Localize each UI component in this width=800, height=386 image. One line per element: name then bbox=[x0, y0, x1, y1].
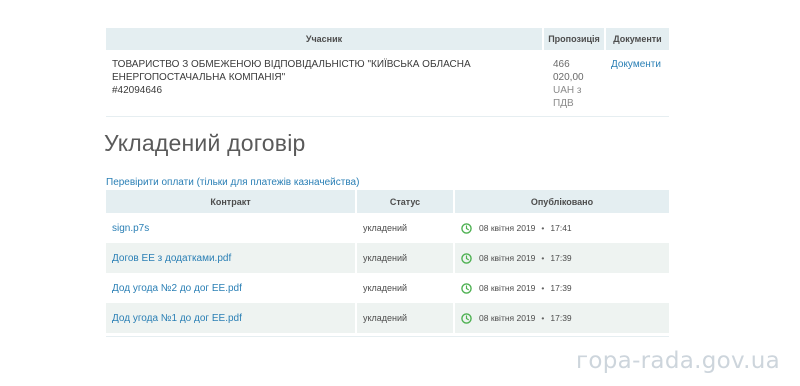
status-cell: укладений bbox=[356, 273, 455, 303]
site-watermark: гора-rada.gov.ua bbox=[576, 348, 780, 374]
published-time: 17:39 bbox=[550, 253, 572, 263]
table-row: Дод угода №2 до дог ЕЕ.pdf укладений 08 … bbox=[106, 273, 669, 303]
participants-header-row: Учасник Пропозиція Документи bbox=[106, 28, 669, 50]
published-date: 08 квітня 2019 bbox=[479, 283, 536, 293]
participant-column-header: Учасник bbox=[106, 28, 544, 50]
published-cell: 08 квітня 2019 • 17:39 bbox=[454, 273, 669, 303]
table-row: Дод угода №1 до дог ЕЕ.pdf укладений 08 … bbox=[106, 303, 669, 333]
contract-file-cell: Дод угода №2 до дог ЕЕ.pdf bbox=[106, 273, 357, 303]
published-time: 17:39 bbox=[550, 313, 572, 323]
contracts-table: Контракт Статус Опубліковано sign.p7s ук… bbox=[106, 190, 669, 333]
date-time-separator: • bbox=[541, 253, 545, 263]
documents-cell: Документи bbox=[605, 50, 669, 117]
published-date: 08 квітня 2019 bbox=[479, 223, 536, 233]
published-time: 17:39 bbox=[550, 283, 572, 293]
proposal-column-header: Пропозиція bbox=[543, 28, 606, 50]
contract-file-link[interactable]: Догов ЕЕ з додатками.pdf bbox=[112, 253, 231, 264]
status-cell: укладений bbox=[356, 243, 455, 273]
clock-icon bbox=[461, 252, 472, 264]
contract-column-header: Контракт bbox=[106, 190, 357, 213]
clock-icon bbox=[461, 222, 472, 234]
contract-file-cell: Дод угода №1 до дог ЕЕ.pdf bbox=[106, 303, 357, 333]
participant-code: #42094646 bbox=[112, 85, 163, 96]
published-column-header: Опубліковано bbox=[454, 190, 669, 213]
published-cell: 08 квітня 2019 • 17:41 bbox=[454, 213, 669, 243]
clock-icon bbox=[461, 282, 472, 294]
participant-name-line1: ТОВАРИСТВО З ОБМЕЖЕНОЮ ВІДПОВІДАЛЬНІСТЮ … bbox=[112, 59, 471, 70]
contract-file-link[interactable]: sign.p7s bbox=[112, 223, 149, 234]
participant-name-cell: ТОВАРИСТВО З ОБМЕЖЕНОЮ ВІДПОВІДАЛЬНІСТЮ … bbox=[106, 50, 543, 117]
contract-file-cell: sign.p7s bbox=[106, 213, 357, 243]
contract-section-title: Укладений договір bbox=[104, 130, 306, 156]
participants-table: Учасник Пропозиція Документи ТОВАРИСТВО … bbox=[106, 28, 669, 117]
published-date: 08 квітня 2019 bbox=[479, 253, 536, 263]
participant-row: ТОВАРИСТВО З ОБМЕЖЕНОЮ ВІДПОВІДАЛЬНІСТЮ … bbox=[106, 50, 669, 117]
proposal-vat: ПДВ bbox=[553, 98, 574, 109]
participants-section: Учасник Пропозиція Документи ТОВАРИСТВО … bbox=[106, 28, 669, 117]
status-cell: укладений bbox=[356, 303, 455, 333]
check-payments-link[interactable]: Перевірити оплати (тільки для платежів к… bbox=[106, 177, 359, 188]
published-cell: 08 квітня 2019 • 17:39 bbox=[454, 243, 669, 273]
contracts-header-row: Контракт Статус Опубліковано bbox=[106, 190, 669, 213]
published-date: 08 квітня 2019 bbox=[479, 313, 536, 323]
proposal-cell: 466 020,00 UAH з ПДВ bbox=[543, 50, 605, 117]
clock-icon bbox=[461, 312, 472, 324]
documents-column-header: Документи bbox=[605, 28, 669, 50]
published-cell: 08 квітня 2019 • 17:39 bbox=[454, 303, 669, 333]
participant-name-line2: ЕНЕРГОПОСТАЧАЛЬНА КОМПАНІЯ" bbox=[112, 72, 286, 83]
published-time: 17:41 bbox=[550, 223, 572, 233]
status-column-header: Статус bbox=[356, 190, 455, 213]
table-row: sign.p7s укладений 08 квітня 2019 • 17:4… bbox=[106, 213, 669, 243]
proposal-amount: 466 020,00 bbox=[553, 59, 584, 83]
contract-file-link[interactable]: Дод угода №1 до дог ЕЕ.pdf bbox=[112, 313, 242, 324]
date-time-separator: • bbox=[541, 223, 545, 233]
contract-file-cell: Догов ЕЕ з додатками.pdf bbox=[106, 243, 357, 273]
date-time-separator: • bbox=[541, 313, 545, 323]
table-row: Догов ЕЕ з додатками.pdf укладений 08 кв… bbox=[106, 243, 669, 273]
table-bottom-divider bbox=[106, 336, 669, 337]
documents-link[interactable]: Документи bbox=[611, 59, 661, 70]
contract-file-link[interactable]: Дод угода №2 до дог ЕЕ.pdf bbox=[112, 283, 242, 294]
status-cell: укладений bbox=[356, 213, 455, 243]
date-time-separator: • bbox=[541, 283, 545, 293]
proposal-currency: UAH з bbox=[553, 85, 582, 96]
